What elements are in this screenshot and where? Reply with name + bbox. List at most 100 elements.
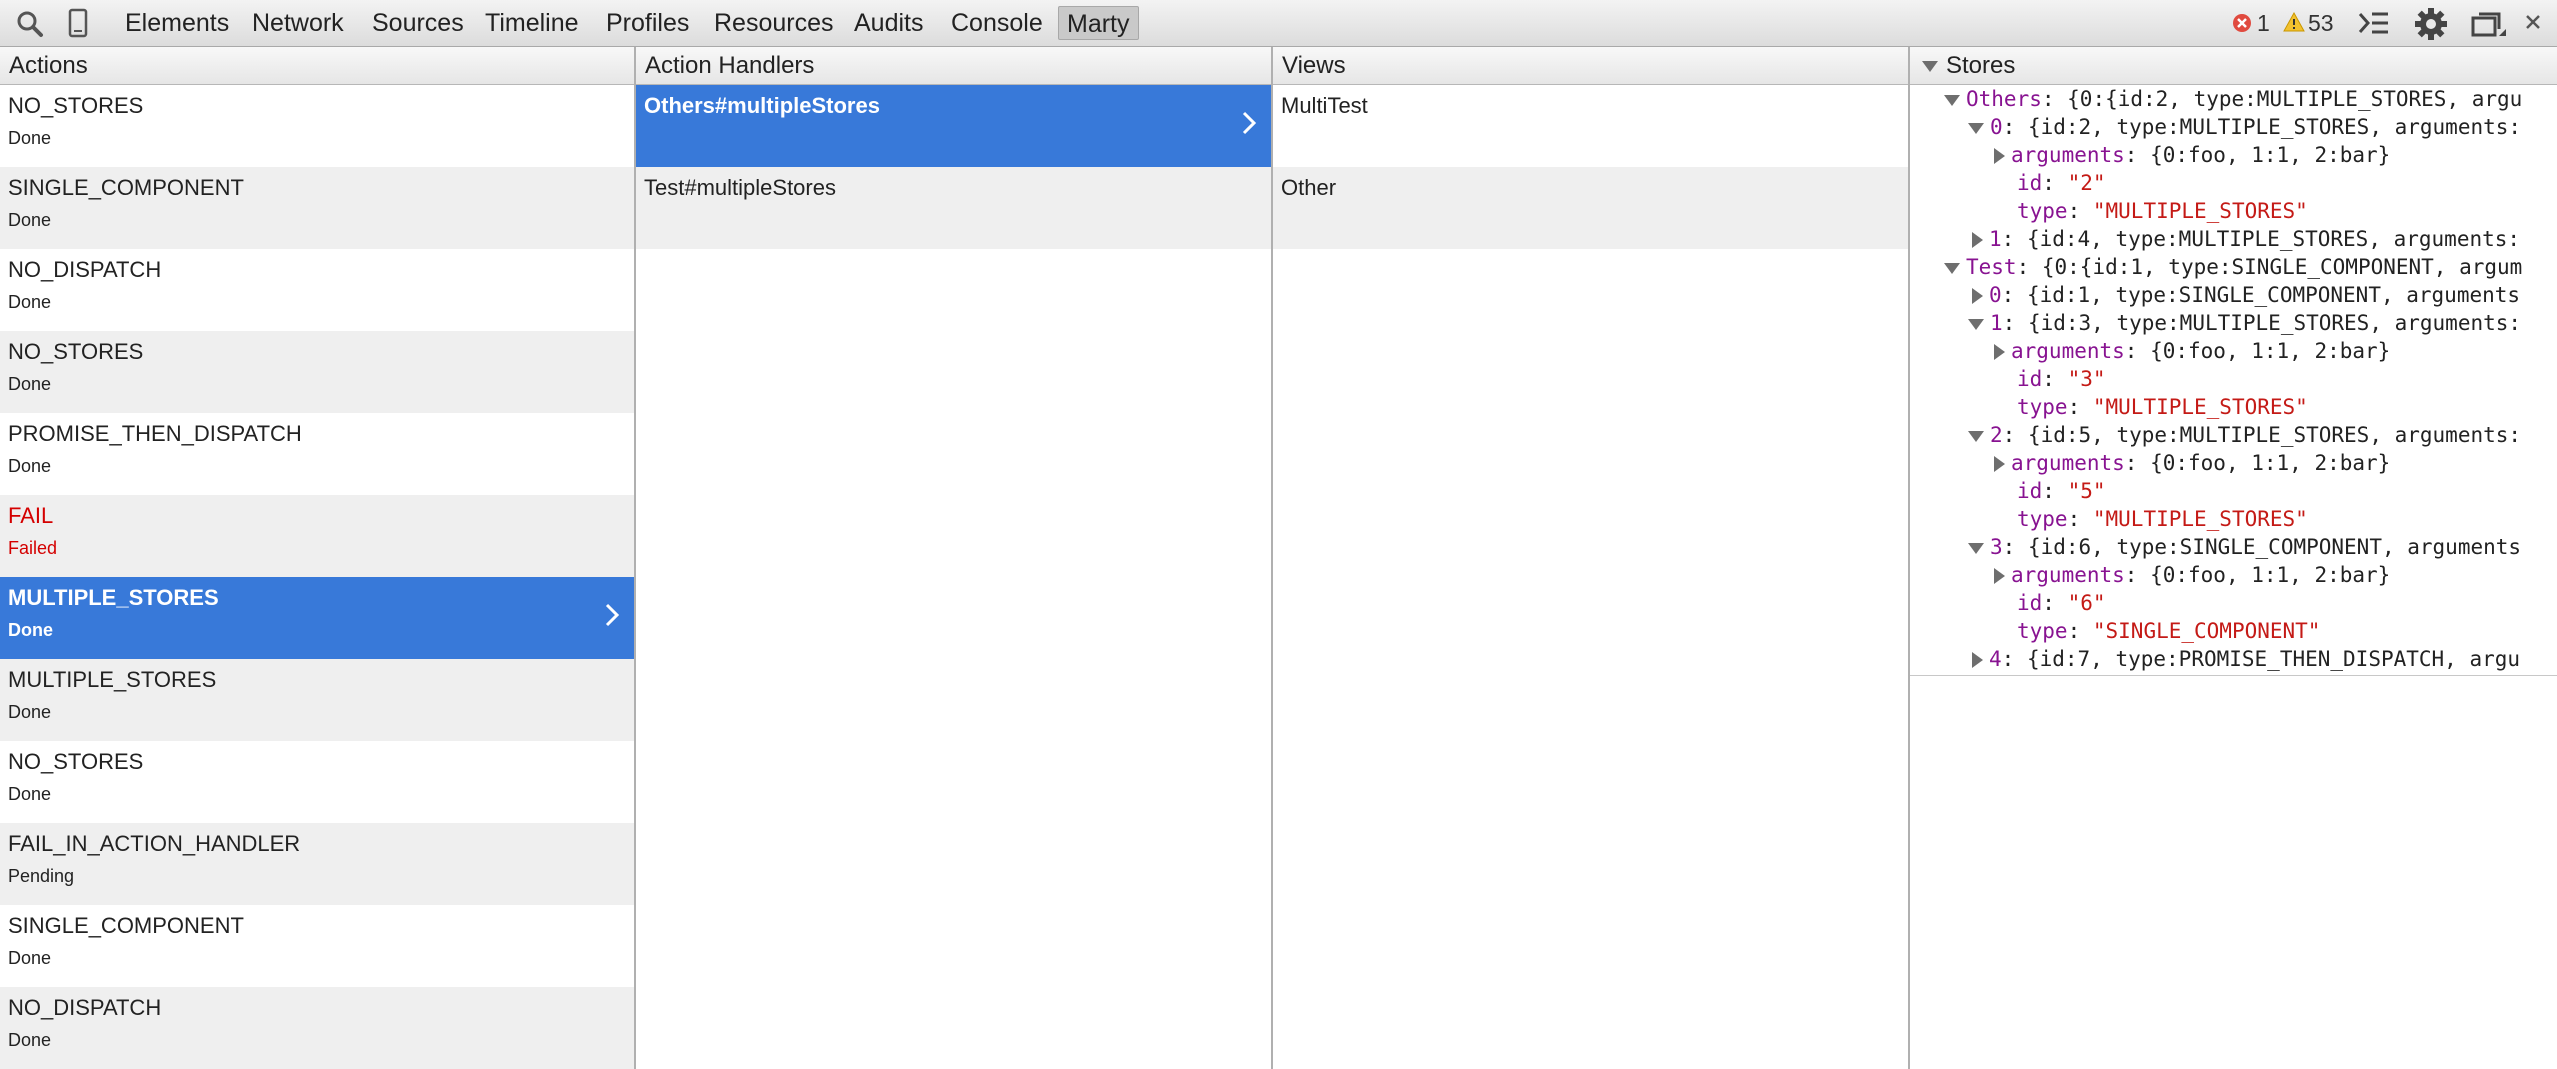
action-handlers-header: Action Handlers [636, 47, 1271, 85]
error-icon[interactable] [2232, 13, 2252, 38]
action-row[interactable]: NO_STORES Done [0, 85, 634, 167]
action-row[interactable]: PROMISE_THEN_DISPATCH Done [0, 413, 634, 495]
action-row[interactable]: FAIL_IN_ACTION_HANDLER Pending [0, 823, 634, 905]
expanded-triangle-icon[interactable] [1968, 122, 1984, 134]
devtools-toolbar: Elements Network Sources Timeline Profil… [0, 0, 2557, 47]
tree-leaf: type: "SINGLE_COMPONENT" [2017, 619, 2321, 643]
tree-leaf: type: "MULTIPLE_STORES" [2017, 507, 2308, 531]
action-name: NO_DISPATCH [8, 257, 162, 282]
view-row[interactable]: MultiTest [1273, 85, 1908, 167]
tab-audits[interactable]: Audits [854, 0, 923, 46]
stores-header[interactable]: Stores [1910, 47, 2557, 85]
tab-profiles[interactable]: Profiles [606, 0, 689, 46]
action-status: Done [8, 948, 52, 968]
collapsed-triangle-icon[interactable] [1972, 288, 1983, 304]
tree-node[interactable]: arguments: {0:foo, 1:1, 2:bar} [1994, 337, 2390, 365]
views-header: Views [1273, 47, 1908, 85]
expanded-triangle-icon[interactable] [1968, 542, 1984, 554]
collapsed-triangle-icon[interactable] [1994, 148, 2005, 164]
tree-leaf: type: "MULTIPLE_STORES" [2017, 199, 2308, 223]
action-row-selected[interactable]: MULTIPLE_STORES Done [0, 577, 634, 659]
tree-leaf: id: "5" [2017, 479, 2106, 503]
action-row[interactable]: SINGLE_COMPONENT Done [0, 905, 634, 987]
action-status: Done [8, 292, 52, 312]
tree-node[interactable]: 3: {id:6, type:SINGLE_COMPONENT, argumen… [1968, 533, 2521, 561]
collapsed-triangle-icon[interactable] [1994, 456, 2005, 472]
action-name: SINGLE_COMPONENT [8, 175, 244, 200]
action-name: NO_STORES [8, 339, 144, 364]
action-name: NO_STORES [8, 749, 144, 774]
stores-tree: Others: {0:{id:2, type:MULTIPLE_STORES, … [1910, 85, 2557, 676]
device-mode-icon[interactable] [68, 8, 88, 43]
tree-node[interactable]: arguments: {0:foo, 1:1, 2:bar} [1994, 141, 2390, 169]
tab-marty[interactable]: Marty [1058, 6, 1139, 40]
chevron-right-icon [604, 602, 620, 633]
action-status: Done [8, 620, 53, 640]
action-row[interactable]: MULTIPLE_STORES Done [0, 659, 634, 741]
action-handlers-panel: Action Handlers Others#multipleStores Te… [636, 47, 1273, 1069]
tree-node[interactable]: Test: {0:{id:1, type:SINGLE_COMPONENT, a… [1944, 253, 2522, 281]
tree-node[interactable]: 1: {id:3, type:MULTIPLE_STORES, argument… [1968, 309, 2521, 337]
tree-node[interactable]: 0: {id:1, type:SINGLE_COMPONENT, argumen… [1972, 281, 2520, 309]
action-name: NO_STORES [8, 93, 144, 118]
handler-row-selected[interactable]: Others#multipleStores [636, 85, 1271, 167]
action-row[interactable]: NO_STORES Done [0, 331, 634, 413]
handler-name: Test#multipleStores [644, 175, 836, 200]
warning-count[interactable]: 53 [2308, 0, 2334, 46]
stores-header-label: Stores [1946, 52, 2016, 79]
tab-elements[interactable]: Elements [125, 0, 229, 46]
collapsed-triangle-icon[interactable] [1994, 568, 2005, 584]
action-status: Done [8, 702, 52, 722]
console-drawer-icon[interactable] [2358, 11, 2390, 40]
action-row[interactable]: NO_DISPATCH Done [0, 987, 634, 1069]
close-icon[interactable] [2524, 13, 2542, 36]
tab-resources[interactable]: Resources [714, 0, 834, 46]
settings-gear-icon[interactable] [2414, 7, 2448, 46]
search-icon[interactable] [16, 10, 44, 43]
action-status: Done [8, 210, 52, 230]
error-count[interactable]: 1 [2257, 0, 2270, 46]
tree-node[interactable]: Others: {0:{id:2, type:MULTIPLE_STORES, … [1944, 85, 2522, 113]
warning-icon[interactable] [2283, 11, 2305, 37]
tree-node[interactable]: arguments: {0:foo, 1:1, 2:bar} [1994, 449, 2390, 477]
tree-leaf: id: "2" [2017, 171, 2106, 195]
collapsed-triangle-icon[interactable] [1994, 344, 2005, 360]
action-name: FAIL [8, 503, 54, 528]
tab-console[interactable]: Console [951, 0, 1043, 46]
handler-row[interactable]: Test#multipleStores [636, 167, 1271, 249]
view-name: Other [1281, 175, 1337, 200]
action-status: Failed [8, 538, 58, 558]
tab-timeline[interactable]: Timeline [485, 0, 579, 46]
views-panel: Views MultiTest Other [1273, 47, 1910, 1069]
handler-name: Others#multipleStores [644, 93, 880, 118]
view-name: MultiTest [1281, 93, 1368, 118]
expanded-triangle-icon[interactable] [1968, 318, 1984, 330]
tree-node[interactable]: 2: {id:5, type:MULTIPLE_STORES, argument… [1968, 421, 2521, 449]
action-status: Done [8, 374, 52, 394]
collapse-triangle-icon[interactable] [1922, 61, 1938, 72]
tree-node[interactable]: 0: {id:2, type:MULTIPLE_STORES, argument… [1968, 113, 2521, 141]
actions-header: Actions [0, 47, 634, 85]
dock-icon[interactable] [2471, 10, 2507, 45]
tree-node[interactable]: 4: {id:7, type:PROMISE_THEN_DISPATCH, ar… [1972, 645, 2520, 673]
action-status: Pending [8, 866, 75, 886]
action-row[interactable]: SINGLE_COMPONENT Done [0, 167, 634, 249]
tree-node[interactable]: 1: {id:4, type:MULTIPLE_STORES, argument… [1972, 225, 2520, 253]
tab-sources[interactable]: Sources [372, 0, 464, 46]
expanded-triangle-icon[interactable] [1944, 262, 1960, 274]
expanded-triangle-icon[interactable] [1944, 94, 1960, 106]
action-row[interactable]: FAIL Failed [0, 495, 634, 577]
action-name: PROMISE_THEN_DISPATCH [8, 421, 302, 446]
action-name: NO_DISPATCH [8, 995, 162, 1020]
action-row[interactable]: NO_DISPATCH Done [0, 249, 634, 331]
tab-network[interactable]: Network [252, 0, 344, 46]
view-row[interactable]: Other [1273, 167, 1908, 249]
action-row[interactable]: NO_STORES Done [0, 741, 634, 823]
collapsed-triangle-icon[interactable] [1972, 652, 1983, 668]
collapsed-triangle-icon[interactable] [1972, 232, 1983, 248]
tree-node[interactable]: arguments: {0:foo, 1:1, 2:bar} [1994, 561, 2390, 589]
chevron-right-icon [1241, 110, 1257, 141]
actions-panel: Actions NO_STORES Done SINGLE_COMPONENT … [0, 47, 636, 1069]
expanded-triangle-icon[interactable] [1968, 430, 1984, 442]
action-name: FAIL_IN_ACTION_HANDLER [8, 831, 301, 856]
